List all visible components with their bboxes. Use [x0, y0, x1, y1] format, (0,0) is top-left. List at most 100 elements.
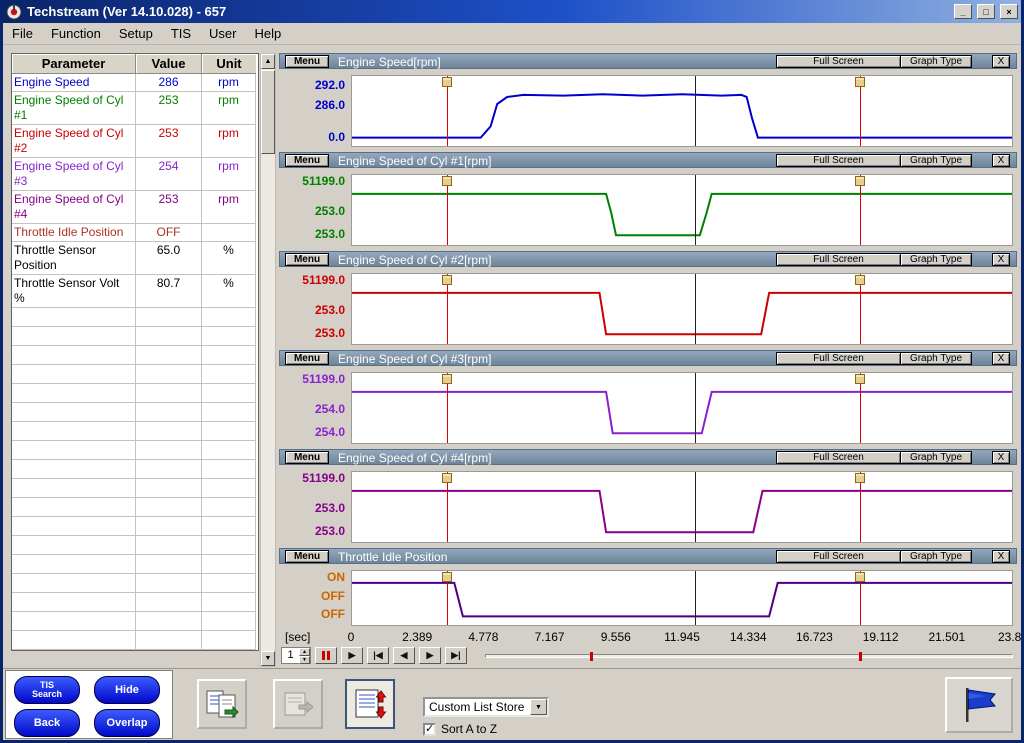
graph-menu-button[interactable]: Menu [285, 55, 329, 68]
cursor-flag-icon[interactable] [855, 473, 866, 483]
menu-item-file[interactable]: File [3, 23, 42, 44]
cursor-flag-icon[interactable] [855, 374, 866, 384]
plot-canvas[interactable] [351, 75, 1013, 147]
frame-spinner[interactable]: 1 ▲ ▼ [281, 647, 311, 664]
overlap-button[interactable]: Overlap [94, 709, 160, 737]
table-row[interactable]: Throttle Sensor Position 65.0% [12, 242, 258, 275]
unit-cell [202, 460, 256, 479]
step-back-button[interactable]: ◀ [393, 647, 415, 664]
cursor-flag-icon[interactable] [855, 77, 866, 87]
graph-menu-button[interactable]: Menu [285, 352, 329, 365]
graph-type-button[interactable]: Graph Type [900, 154, 972, 167]
close-graph-button[interactable]: X [992, 550, 1010, 563]
param-cell [12, 517, 136, 536]
close-graph-button[interactable]: X [992, 253, 1010, 266]
y-axis-labels: ON OFF OFF [279, 570, 347, 626]
table-row[interactable]: Engine Speed 286 rpm [12, 74, 258, 92]
full-screen-button[interactable]: Full Screen [776, 154, 901, 167]
custom-list-icon [206, 690, 239, 719]
full-screen-button[interactable]: Full Screen [776, 55, 901, 68]
skip-start-button[interactable]: |◀ [367, 647, 389, 664]
hide-button[interactable]: Hide [94, 676, 160, 704]
plot-canvas[interactable] [351, 372, 1013, 444]
sort-checkbox[interactable]: ✓ [423, 722, 436, 736]
close-button[interactable]: × [1000, 4, 1018, 19]
table-row[interactable]: Throttle Sensor Volt % 80.7% [12, 275, 258, 308]
trace-line [352, 583, 1012, 616]
close-graph-button[interactable]: X [992, 451, 1010, 464]
full-screen-button[interactable]: Full Screen [776, 352, 901, 365]
full-screen-button[interactable]: Full Screen [776, 451, 901, 464]
graph-menu-button[interactable]: Menu [285, 154, 329, 167]
cursor-flag-icon[interactable] [855, 275, 866, 285]
column-header-value[interactable]: Value [136, 54, 202, 74]
graph-type-button[interactable]: Graph Type [900, 451, 972, 464]
graph-menu-button[interactable]: Menu [285, 451, 329, 464]
list-store-dropdown[interactable]: Custom List Store ▼ [423, 697, 549, 717]
menu-item-setup[interactable]: Setup [110, 23, 162, 44]
maximize-button[interactable]: □ [977, 4, 995, 19]
timeline-slider[interactable] [485, 651, 1013, 661]
step-forward-button[interactable]: ▶ [419, 647, 441, 664]
plot-canvas[interactable] [351, 570, 1013, 626]
plot-canvas[interactable] [351, 471, 1013, 543]
cursor-flag-icon[interactable] [442, 572, 453, 582]
cursor-flag-icon[interactable] [442, 275, 453, 285]
slider-groove [485, 654, 1013, 658]
cursor-flag-icon[interactable] [442, 176, 453, 186]
graph-list-button[interactable] [345, 679, 395, 729]
menu-item-user[interactable]: User [200, 23, 245, 44]
plot-area: 51199.0 254.0 254.0 [279, 366, 1017, 449]
graph-menu-button[interactable]: Menu [285, 550, 329, 563]
menu-item-help[interactable]: Help [246, 23, 291, 44]
table-row[interactable]: Engine Speed of Cyl #2 253 rpm [12, 125, 258, 158]
table-row[interactable]: Throttle Idle Position OFF [12, 224, 258, 242]
pause-button[interactable] [315, 647, 337, 664]
column-header-unit[interactable]: Unit [202, 54, 256, 74]
table-row[interactable]: Engine Speed of Cyl #3 254 rpm [12, 158, 258, 191]
scroll-down-icon[interactable]: ▼ [261, 651, 275, 666]
spinner-down-icon[interactable]: ▼ [299, 656, 310, 664]
cursor-flag-icon[interactable] [855, 176, 866, 186]
graph-type-button[interactable]: Graph Type [900, 55, 972, 68]
close-graph-button[interactable]: X [992, 154, 1010, 167]
cursor-flag-icon[interactable] [442, 473, 453, 483]
plot-canvas[interactable] [351, 273, 1013, 345]
record-button[interactable] [273, 679, 323, 729]
column-header-parameter[interactable]: Parameter [12, 54, 136, 74]
menu-item-function[interactable]: Function [42, 23, 110, 44]
cursor-flag-icon[interactable] [442, 77, 453, 87]
minimize-button[interactable]: _ [954, 4, 972, 19]
custom-list-button[interactable] [197, 679, 247, 729]
table-row[interactable]: Engine Speed of Cyl #1 253 rpm [12, 92, 258, 125]
flag-button[interactable] [945, 677, 1013, 733]
plot-canvas[interactable] [351, 174, 1013, 246]
skip-end-button[interactable]: ▶| [445, 647, 467, 664]
scroll-up-icon[interactable]: ▲ [261, 54, 275, 69]
table-row[interactable]: Engine Speed of Cyl #4 253 rpm [12, 191, 258, 224]
slider-cursor-mark[interactable] [589, 652, 593, 661]
graph-type-button[interactable]: Graph Type [900, 550, 972, 563]
graph-type-button[interactable]: Graph Type [900, 253, 972, 266]
close-graph-button[interactable]: X [992, 55, 1010, 68]
unit-cell [202, 593, 256, 612]
plot-area: ON OFF OFF [279, 564, 1017, 630]
table-row [12, 536, 258, 555]
graph-menu-button[interactable]: Menu [285, 253, 329, 266]
scrollbar-thumb[interactable] [261, 70, 275, 154]
cursor-flag-icon[interactable] [442, 374, 453, 384]
back-button[interactable]: Back [14, 709, 80, 737]
slider-cursor-mark[interactable] [858, 652, 862, 661]
close-graph-button[interactable]: X [992, 352, 1010, 365]
chevron-down-icon[interactable]: ▼ [530, 699, 547, 715]
cursor-flag-icon[interactable] [855, 572, 866, 582]
full-screen-button[interactable]: Full Screen [776, 550, 901, 563]
tis-search-button[interactable]: TIS Search [14, 676, 80, 704]
graph-type-button[interactable]: Graph Type [900, 352, 972, 365]
full-screen-button[interactable]: Full Screen [776, 253, 901, 266]
menu-item-tis[interactable]: TIS [162, 23, 200, 44]
table-scrollbar[interactable]: ▲ ▼ [260, 53, 276, 667]
value-cell [136, 403, 202, 422]
spinner-up-icon[interactable]: ▲ [299, 648, 310, 656]
play-button[interactable]: ▶ [341, 647, 363, 664]
